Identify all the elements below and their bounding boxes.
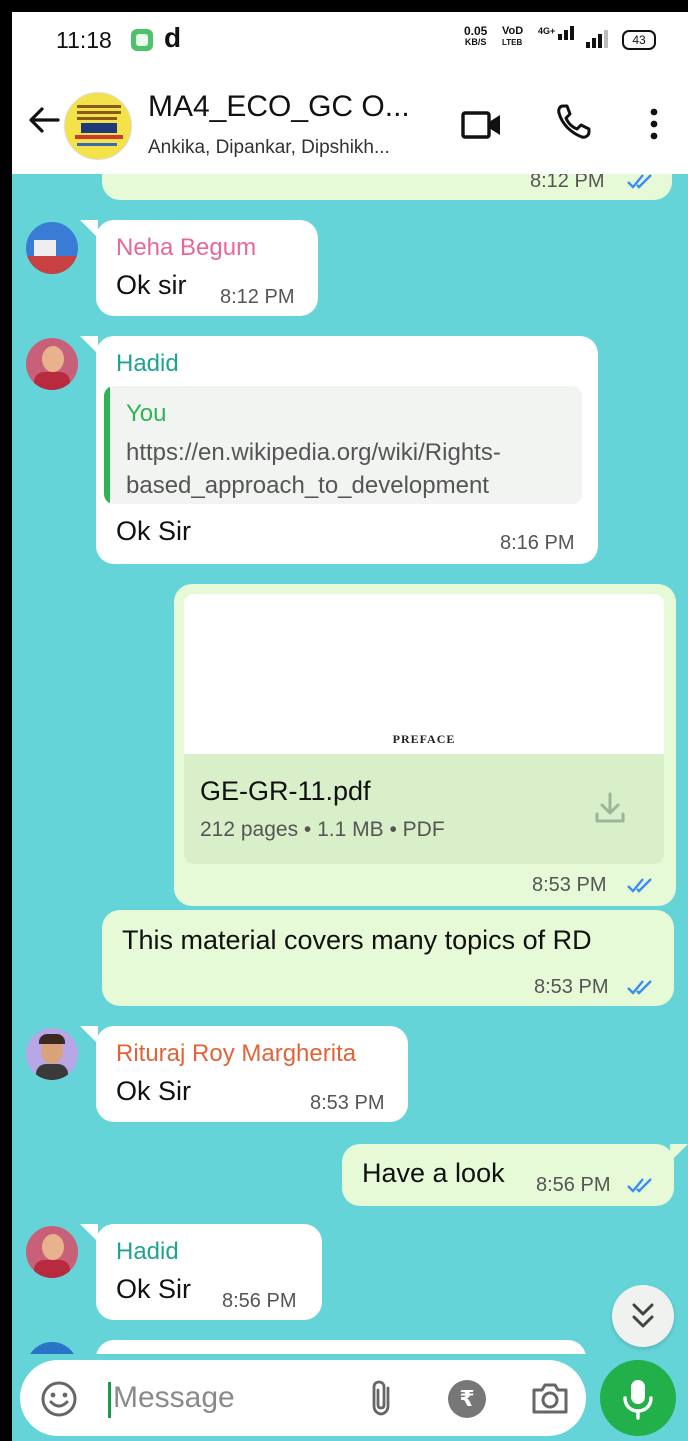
message-bubble-partial[interactable]: notes 8:12 PM [102,174,672,200]
rupee-icon[interactable]: ₹ [448,1380,486,1418]
message-input-container[interactable]: ₹ [20,1360,586,1436]
video-camera-icon[interactable] [460,105,504,145]
notification-d-icon: d [164,22,182,53]
message-text: Ok sir [116,270,187,300]
more-vert-icon[interactable] [642,104,666,144]
emoji-icon[interactable] [40,1380,78,1418]
message-text: notes [122,174,188,179]
avatar-hadid[interactable] [26,1226,78,1278]
message-text: Ok Sir [116,1076,192,1106]
quote-accent-bar [104,386,110,504]
paperclip-icon[interactable] [368,1378,398,1418]
voice-message-button[interactable] [600,1360,676,1436]
read-ticks-icon [627,878,652,893]
scroll-to-bottom-button[interactable] [612,1285,674,1347]
camera-icon[interactable] [530,1380,570,1416]
avatar-rituraj[interactable] [26,1028,78,1080]
read-ticks-icon [627,174,652,189]
message-text: Ok Sir [116,516,192,546]
avatar-partial [26,1342,78,1354]
document-preview-heading: PREFACE [392,732,456,746]
sender-name: Hadid [116,1238,179,1265]
message-bubble-have-a-look[interactable]: Have a look 8:56 PM [342,1144,674,1206]
compose-bar: ₹ [12,1354,688,1441]
document-info[interactable]: GE-GR-11.pdf 212 pages • 1.1 MB • PDF [184,754,664,864]
document-name: GE-GR-11.pdf [200,776,371,806]
sender-name: Rituraj Roy Margherita [116,1040,357,1067]
message-text: This material covers many topics of RD [122,925,592,955]
message-time: 8:12 PM [530,174,605,192]
message-text: Ok Sir [116,1274,192,1304]
network-speed-unit: KB/S [464,37,487,47]
chat-header: MA4_ECO_GC O... Ankika, Dipankar, Dipshi… [12,70,688,174]
message-text: Have a look [362,1158,505,1188]
message-time: 8:12 PM [220,286,295,308]
message-bubble-document[interactable]: PREFACE GE-GR-11.pdf 212 pages • 1.1 MB … [174,584,676,906]
quote-text: https://en.wikipedia.org/wiki/Rights-bas… [126,439,501,499]
volte-indicator: VoD LTEB [502,26,523,48]
volte-top: VoD [502,25,524,37]
avatar-neha[interactable] [26,222,78,274]
message-bubble-material[interactable]: This material covers many topics of RD 8… [102,910,674,1006]
battery-level: 43 [632,33,646,47]
document-meta: 212 pages • 1.1 MB • PDF [200,818,445,841]
message-bubble-rituraj[interactable]: Rituraj Roy Margherita Ok Sir 8:53 PM [96,1026,408,1122]
text-caret [108,1382,111,1418]
message-time: 8:56 PM [222,1290,297,1312]
sender-name: Neha Begum [116,234,257,261]
message-time: 8:56 PM [536,1174,611,1196]
arrow-left-icon[interactable] [24,100,64,140]
whatsapp-screen: 11:18 d 0.05 KB/S VoD LTEB 4G+ 43 MA4_EC… [12,12,688,1441]
read-ticks-icon [627,980,652,995]
signal-bars-icon [586,30,610,48]
notification-app-icon [131,29,153,51]
signal-4g-icon: 4G+ [538,26,576,40]
message-bubble-neha[interactable]: Neha Begum Ok sir 8:12 PM [96,220,318,316]
group-title[interactable]: MA4_ECO_GC O... [148,90,448,124]
message-time: 8:53 PM [310,1092,385,1114]
battery-icon: 43 [622,30,656,50]
mic-icon [623,1380,653,1420]
group-members[interactable]: Ankika, Dipankar, Dipshikh... [148,137,448,159]
download-icon[interactable] [592,790,628,826]
status-bar: 11:18 d 0.05 KB/S VoD LTEB 4G+ 43 [12,12,688,70]
network-speed-value: 0.05 [464,24,488,38]
net-type-label: 4G+ [538,26,556,36]
group-avatar[interactable] [64,92,132,160]
read-ticks-icon [627,1178,652,1193]
network-speed: 0.05 KB/S [464,24,488,48]
chat-area[interactable]: notes 8:12 PM Neha Begum Ok sir 8:12 PM … [12,174,688,1354]
message-input[interactable] [113,1374,353,1422]
quoted-message[interactable]: You https://en.wikipedia.org/wiki/Rights… [104,386,582,504]
message-bubble-partial-bottom [96,1340,586,1354]
message-time: 8:53 PM [534,976,609,998]
message-time: 8:16 PM [500,532,575,554]
message-time: 8:53 PM [532,874,607,896]
message-bubble-hadid-reply[interactable]: Hadid You https://en.wikipedia.org/wiki/… [96,336,598,564]
document-preview[interactable]: PREFACE [184,594,664,754]
volte-bottom: LTEB [502,38,523,47]
status-time: 11:18 [56,27,112,53]
quote-author: You [126,400,167,427]
sender-name: Hadid [116,350,179,377]
avatar-hadid[interactable] [26,338,78,390]
phone-icon[interactable] [554,102,594,142]
double-chevron-down-icon [632,1303,654,1328]
message-bubble-hadid[interactable]: Hadid Ok Sir 8:56 PM [96,1224,322,1320]
